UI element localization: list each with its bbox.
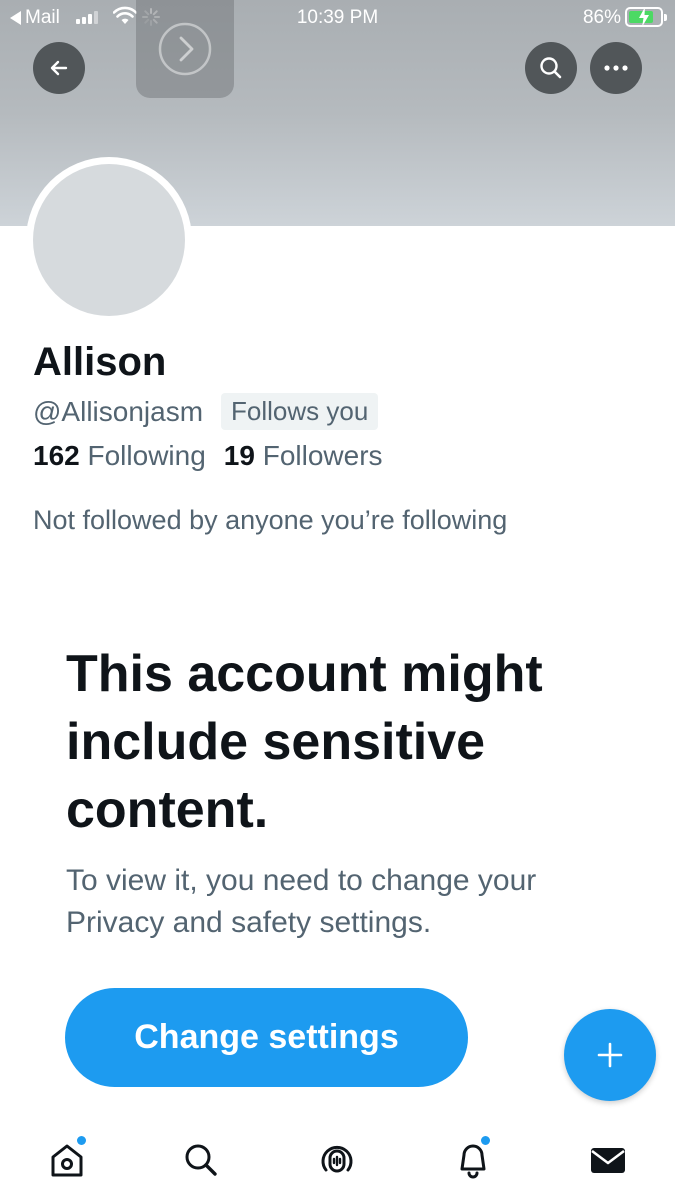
- compose-button[interactable]: [564, 1009, 656, 1101]
- follows-you-badge: Follows you: [221, 393, 379, 430]
- mutual-followers-text: Not followed by anyone you’re following: [33, 505, 508, 535]
- profile-handle: @Allisonjasm: [33, 395, 204, 427]
- tab-spaces[interactable]: [315, 1138, 359, 1182]
- forward-overlay-button[interactable]: [136, 0, 234, 98]
- messages-icon: [591, 1148, 625, 1173]
- follow-stats: 162 Following 19 Followers: [33, 440, 383, 472]
- followers-label: Followers: [262, 440, 383, 471]
- back-arrow-icon: [50, 60, 68, 76]
- forward-chevron-icon: [158, 22, 212, 76]
- plus-icon: [597, 1042, 623, 1068]
- tab-notifications[interactable]: [451, 1136, 495, 1182]
- bottom-tab-bar: [0, 1120, 675, 1200]
- battery-percent: 86%: [582, 7, 621, 28]
- clock: 10:39 PM: [296, 7, 379, 28]
- spaces-icon: [321, 1145, 353, 1173]
- profile-name: Allison: [33, 340, 167, 384]
- following-count: 162: [33, 440, 80, 471]
- following-link[interactable]: 162 Following: [33, 440, 206, 472]
- handle-row: @Allisonjasm Follows you: [33, 393, 379, 430]
- status-bar: Mail 10:39 PM 86%: [0, 0, 675, 36]
- home-icon: [51, 1144, 83, 1177]
- tab-messages[interactable]: [586, 1138, 630, 1182]
- following-label: Following: [87, 440, 206, 471]
- more-options-button[interactable]: [590, 42, 642, 94]
- notifications-dot: [481, 1136, 490, 1145]
- followers-link[interactable]: 19 Followers: [224, 440, 383, 472]
- sensitive-content-title: This account might include sensitive con…: [66, 645, 543, 839]
- notifications-icon: [460, 1144, 486, 1179]
- change-settings-button[interactable]: Change settings: [65, 988, 468, 1087]
- tab-home[interactable]: [45, 1136, 89, 1182]
- search-button[interactable]: [525, 42, 577, 94]
- back-button[interactable]: [33, 42, 85, 94]
- home-notification-dot: [77, 1136, 86, 1145]
- search-icon: [185, 1144, 217, 1176]
- avatar[interactable]: [33, 164, 185, 316]
- more-icon: [604, 65, 628, 71]
- tab-search[interactable]: [179, 1138, 223, 1182]
- sensitive-content-description: To view it, you need to change your Priv…: [66, 864, 537, 939]
- search-icon: [540, 57, 562, 79]
- battery-icon: [625, 7, 667, 27]
- followers-count: 19: [223, 440, 255, 471]
